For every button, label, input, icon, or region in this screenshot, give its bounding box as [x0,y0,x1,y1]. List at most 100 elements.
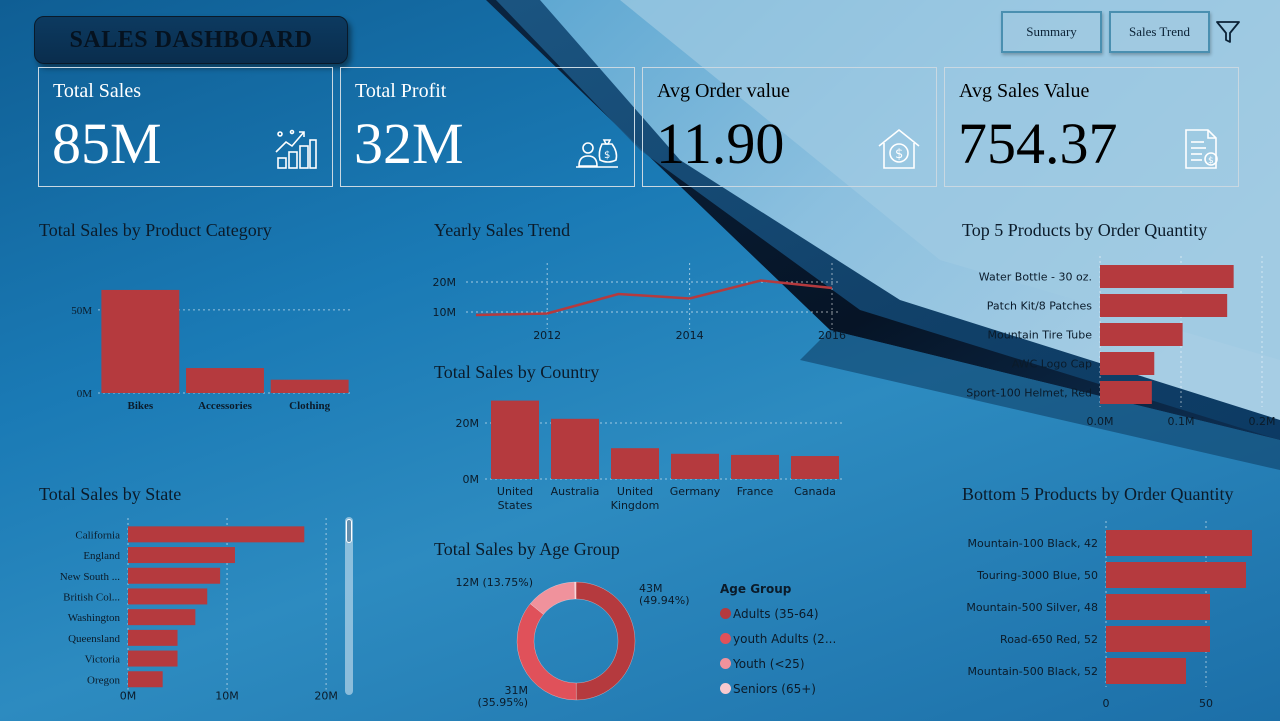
y-tick-label: California [75,529,120,541]
country-bar-chart: 0M20MUnitedStatesAustralia UnitedKingdomG… [456,400,845,512]
y-tick-label: 50M [71,305,92,317]
x-tick-label: 0.1M [1168,415,1195,428]
bar [186,368,264,393]
y-tick-label: Water Bottle - 30 oz. [979,271,1092,284]
x-tick-label: United [617,485,653,498]
bar [1106,530,1252,556]
x-tick-label: 50 [1199,697,1213,710]
bar [551,418,599,479]
x-tick-label: States [498,499,533,512]
kpi-label: Avg Order value [657,80,790,102]
y-tick-label: Touring-3000 Blue, 50 [976,569,1098,582]
x-tick-label: 10M [215,690,239,703]
legend-dot [720,608,731,619]
profit-money-bag-icon: $ [576,139,618,168]
dashboard-title: SALES DASHBOARD [34,16,348,64]
bar [1106,562,1246,588]
category-chart-title: Total Sales by Product Category [39,220,272,240]
yearly-chart-title: Yearly Sales Trend [434,220,571,240]
legend-label: youth Adults (2... [733,631,837,646]
age-chart-title: Total Sales by Age Group [434,539,620,559]
bar [128,588,208,605]
bar [128,609,196,626]
y-tick-label: 20M [456,417,480,430]
data-label: (49.94%) [639,594,690,607]
x-tick-label: Clothing [289,400,330,412]
data-label: 12M (13.75%) [455,576,533,589]
x-tick-label: 2014 [676,329,704,342]
age-donut-chart: 43M(49.94%)31M(35.95%)12M (13.75%) [455,576,690,709]
bar [1100,352,1155,375]
state-chart-scroll-thumb[interactable] [346,519,352,543]
y-tick-label: AWC Logo Cap [1012,358,1092,371]
y-tick-label: 20M [433,276,457,289]
x-tick-label: 0 [1103,697,1110,710]
kpi-label: Avg Sales Value [959,80,1090,102]
age-legend-title: Age Group [720,582,792,596]
bar [1106,594,1210,620]
x-tick-label: 0.0M [1087,415,1114,428]
legend-item[interactable]: Seniors (65+) [720,676,836,701]
svg-text:$: $ [1208,156,1214,166]
filter-icon[interactable] [1214,18,1242,46]
sales-trend-button[interactable]: Sales Trend [1109,11,1210,53]
kpi-label: Total Profit [355,80,447,102]
top5-bar-chart: 0.0M 0.1M 0.2M Water Bottle - 30 oz. Patch K… [966,256,1275,428]
legend-item[interactable]: youth Adults (2... [720,626,836,651]
x-tick-label: 0M [120,690,137,703]
y-tick-label: Queensland [68,633,120,645]
donut-slice [575,581,636,701]
bar [791,456,839,479]
summary-button-label: Summary [1026,24,1077,39]
y-tick-label: Mountain-100 Black, 42 [968,537,1098,550]
kpi-value: 32M [354,111,464,176]
bottom5-chart-title: Bottom 5 Products by Order Quantity [962,484,1234,504]
legend-label: Adults (35-64) [733,606,819,621]
svg-text:$: $ [895,147,903,162]
legend-dot [720,633,731,644]
x-tick-label: Accessories [198,400,252,412]
dashboard-title-text: SALES DASHBOARD [69,26,313,53]
bar [1100,381,1152,404]
kpi-avg-sales-value: Avg Sales Value 754.37 $ [944,67,1239,187]
x-tick-label: France [737,485,774,498]
country-chart-title: Total Sales by Country [434,362,600,382]
kpi-total-profit: Total Profit 32M $ [340,67,635,187]
y-tick-label: Road-650 Red, 52 [1000,633,1098,646]
x-tick-label: 2012 [533,329,561,342]
kpi-value: 85M [52,111,162,176]
age-legend: Age Group Adults (35-64) youth Adults (2… [720,582,836,701]
kpi-avg-order-value: Avg Order value 11.90 $ [642,67,937,187]
kpi-value: 11.90 [656,111,785,176]
y-tick-label: Mountain Tire Tube [988,329,1093,342]
y-tick-label: Victoria [85,654,120,666]
data-label: (35.95%) [477,696,528,709]
x-tick-label: Australia [551,485,600,498]
x-tick-label: Germany [670,485,721,498]
state-chart-scrollbar[interactable] [345,517,353,695]
legend-item[interactable]: Youth (<25) [720,651,836,676]
summary-button[interactable]: Summary [1001,11,1102,53]
x-tick-label: United [497,485,533,498]
x-tick-label: Bikes [127,400,153,412]
kpi-value: 754.37 [958,111,1118,176]
legend-label: Seniors (65+) [733,681,816,696]
y-tick-label: 10M [433,306,457,319]
bar [611,448,659,479]
bar [270,379,349,393]
y-tick-label: Mountain-500 Silver, 48 [966,601,1098,614]
bar [1100,323,1183,346]
bar [128,567,221,584]
donut-slice [574,581,577,600]
x-tick-label: Kingdom [611,499,660,512]
y-tick-label: Mountain-500 Black, 52 [968,665,1098,678]
legend-label: Youth (<25) [733,656,805,671]
bar [128,671,163,688]
legend-dot [720,683,731,694]
state-bar-chart: 0M 10M 20M California England New South ... Br… [60,518,338,703]
legend-item[interactable]: Adults (35-64) [720,601,836,626]
sales-growth-icon [275,129,317,169]
category-bar-chart: 0M 50M Bikes Accessories Clothing [71,289,352,412]
y-tick-label: Oregon [87,674,120,686]
y-tick-label: 0M [463,473,480,486]
